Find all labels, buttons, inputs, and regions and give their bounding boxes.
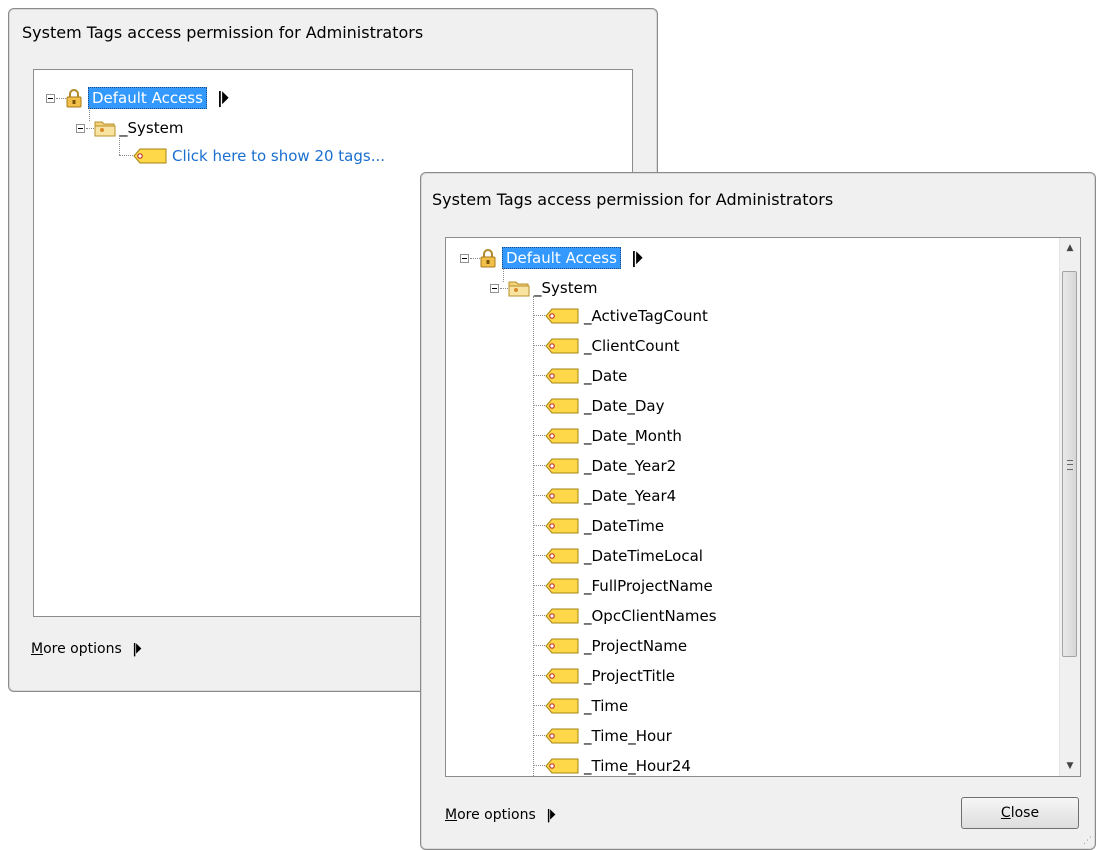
tag-item[interactable]: _Date_Year4	[544, 485, 676, 507]
tag-icon	[544, 727, 580, 745]
tag-icon	[544, 367, 580, 385]
tag-label: _ClientCount	[584, 337, 680, 355]
tag-item[interactable]: _FullProjectName	[544, 575, 713, 597]
tag-label: _DateTimeLocal	[584, 547, 703, 565]
dialog-front: System Tags access permission for Admini…	[420, 172, 1096, 850]
tag-label: _DateTime	[584, 517, 665, 535]
tag-icon	[544, 667, 580, 685]
dialog-title: System Tags access permission for Admini…	[432, 190, 834, 209]
tag-label: _ActiveTagCount	[584, 307, 708, 325]
lock-icon	[478, 248, 498, 268]
tag-label: _Date	[584, 367, 628, 385]
tag-icon	[544, 337, 580, 355]
tag-item[interactable]: _Date_Year2	[544, 455, 676, 477]
tag-icon	[544, 547, 580, 565]
tag-icon	[544, 577, 580, 595]
more-options-button[interactable]: More options |⏵	[31, 641, 141, 657]
tree-node-label: _System	[120, 119, 184, 137]
collapse-system-toggle[interactable]	[490, 284, 499, 293]
more-options-arrow-icon: |⏵	[546, 808, 555, 823]
tree-node-system[interactable]: _System	[508, 277, 597, 299]
tag-label: _Time_Hour	[584, 727, 672, 745]
tag-icon	[544, 757, 580, 775]
collapse-root-toggle[interactable]	[46, 94, 55, 103]
tag-item[interactable]: _ProjectTitle	[544, 665, 675, 687]
tree-node-label: Default Access	[502, 247, 621, 269]
tag-label: _ProjectName	[584, 637, 688, 655]
close-button[interactable]: Close	[961, 797, 1079, 829]
tag-item[interactable]: _Date	[544, 365, 627, 387]
scroll-down-arrow-icon[interactable]: ▼	[1060, 756, 1080, 776]
tag-item[interactable]: _Date_Day	[544, 395, 664, 417]
tag-icon	[544, 457, 580, 475]
tag-label: _Date_Year2	[584, 457, 677, 475]
scroll-grip-icon	[1067, 460, 1073, 470]
dialog-title: System Tags access permission for Admini…	[22, 23, 424, 42]
tag-icon	[544, 517, 580, 535]
more-options-arrow-icon: |⏵	[132, 642, 141, 657]
tag-label: _FullProjectName	[584, 577, 713, 595]
tag-icon	[544, 307, 580, 325]
show-tags-link[interactable]: Click here to show 20 tags...	[132, 145, 385, 167]
expand-arrow-icon[interactable]: |⏵	[631, 248, 643, 268]
tag-item[interactable]: _Time_Hour24	[544, 755, 691, 776]
more-options-button[interactable]: More options |⏵	[445, 807, 555, 823]
vertical-scrollbar[interactable]: ▲ ▼	[1059, 238, 1080, 776]
lock-icon	[64, 88, 84, 108]
tag-icon	[544, 427, 580, 445]
tag-label: _Time	[584, 697, 629, 715]
tag-icon	[544, 637, 580, 655]
tag-label: _Date_Day	[584, 397, 665, 415]
tag-item[interactable]: _DateTimeLocal	[544, 545, 703, 567]
resize-grip-icon[interactable]: ⋰	[1083, 836, 1092, 846]
tag-icon	[544, 697, 580, 715]
tag-item[interactable]: _OpcClientNames	[544, 605, 717, 627]
tree-node-label: _System	[534, 279, 598, 297]
collapse-system-toggle[interactable]	[76, 124, 85, 133]
tag-label: _ProjectTitle	[584, 667, 675, 685]
tag-label: _Date_Year4	[584, 487, 677, 505]
tree-node-label: Default Access	[88, 87, 207, 109]
tag-label: _OpcClientNames	[584, 607, 717, 625]
tree-node-default-access[interactable]: Default Access |⏵	[64, 87, 229, 109]
tag-label: _Date_Month	[584, 427, 682, 445]
tag-icon	[544, 487, 580, 505]
tree-node-default-access[interactable]: Default Access |⏵	[478, 247, 643, 269]
tag-label: _Time_Hour24	[584, 757, 691, 775]
scroll-up-arrow-icon[interactable]: ▲	[1060, 238, 1080, 258]
tag-item[interactable]: _Time_Hour	[544, 725, 672, 747]
tag-item[interactable]: _DateTime	[544, 515, 664, 537]
tag-item[interactable]: _ActiveTagCount	[544, 305, 708, 327]
tree-node-system[interactable]: _System	[94, 117, 183, 139]
collapse-root-toggle[interactable]	[460, 254, 469, 263]
scrollbar-thumb[interactable]	[1062, 271, 1077, 657]
tag-icon	[544, 397, 580, 415]
tag-item[interactable]: _ClientCount	[544, 335, 679, 357]
folder-icon	[94, 119, 116, 137]
tag-item[interactable]: _ProjectName	[544, 635, 687, 657]
show-tags-label[interactable]: Click here to show 20 tags...	[172, 147, 385, 165]
tag-item[interactable]: _Date_Month	[544, 425, 682, 447]
tag-icon	[544, 607, 580, 625]
folder-icon	[508, 279, 530, 297]
tag-icon	[132, 147, 168, 165]
expand-arrow-icon[interactable]: |⏵	[217, 88, 229, 108]
permission-tree[interactable]: Default Access |⏵ _System _ActiveTagCoun…	[445, 237, 1081, 777]
tag-item[interactable]: _Time	[544, 695, 628, 717]
